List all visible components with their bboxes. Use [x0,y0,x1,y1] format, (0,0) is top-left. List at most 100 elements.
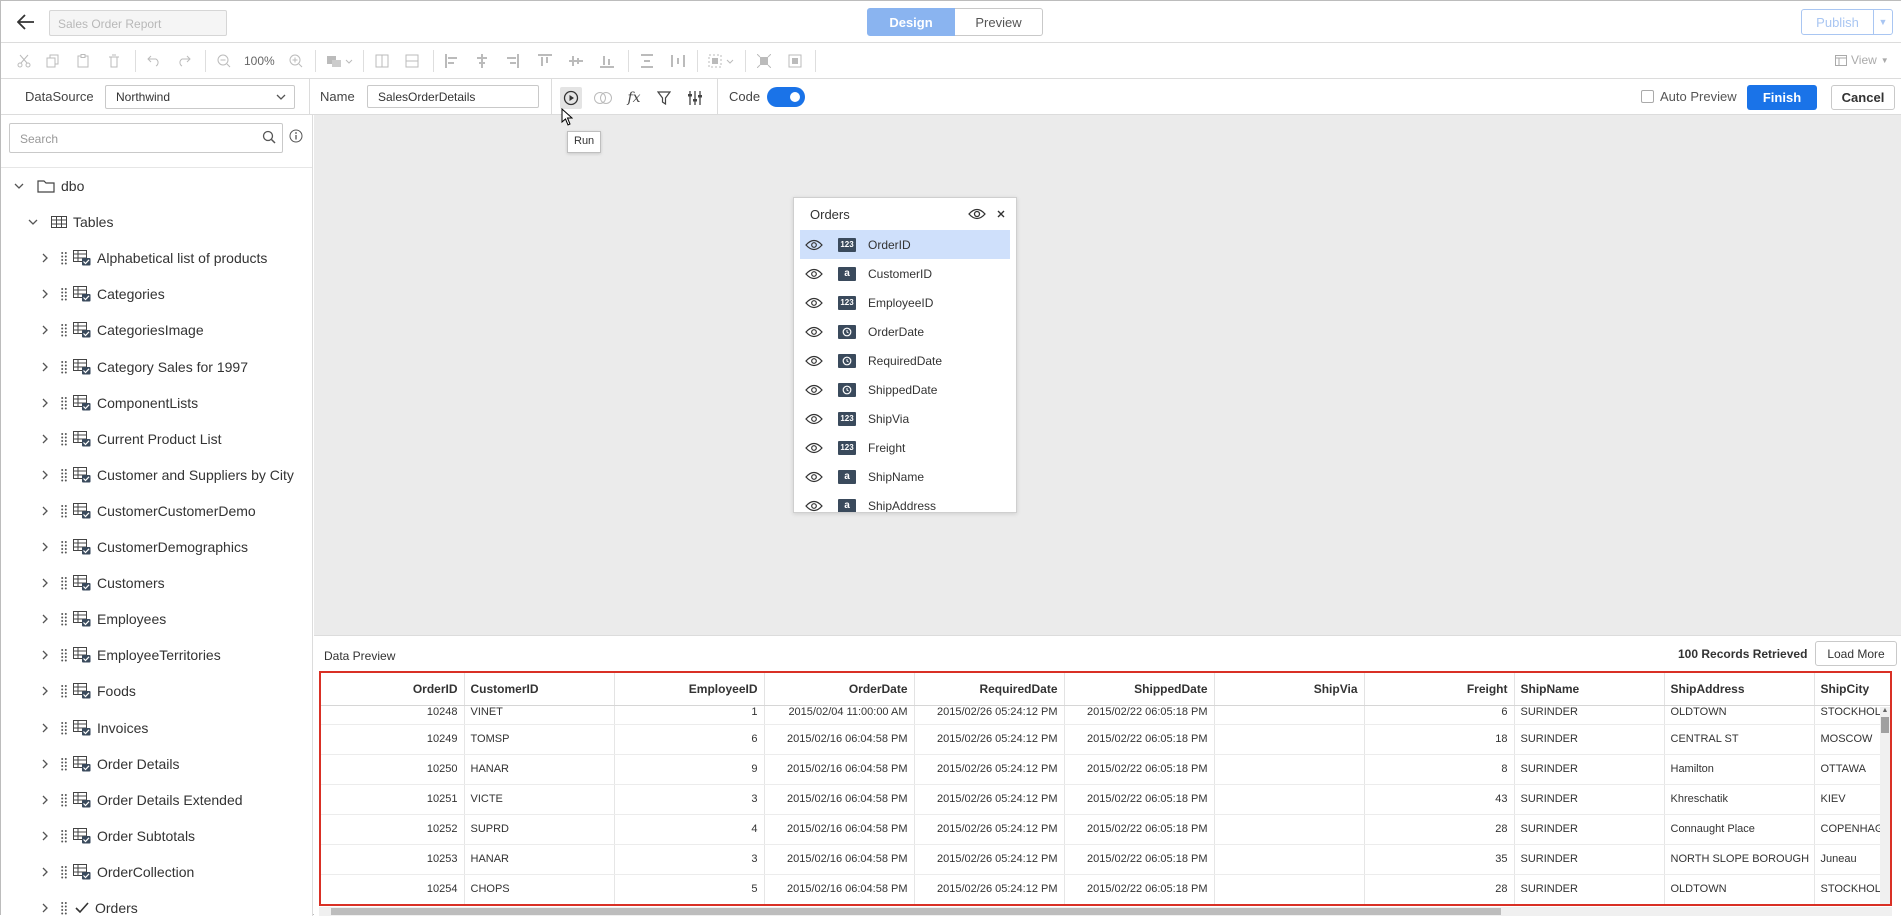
chevron-right-icon[interactable] [37,506,53,516]
column-header[interactable]: OrderDate [764,673,915,706]
eye-icon[interactable] [804,326,824,338]
tree-item-table[interactable]: Invoices [1,710,312,746]
eye-icon[interactable] [804,471,824,483]
eye-icon[interactable] [804,297,824,309]
chevron-right-icon[interactable] [37,867,53,877]
drag-handle-icon[interactable] [61,721,71,735]
chevron-right-icon[interactable] [37,289,53,299]
chevron-right-icon[interactable] [37,470,53,480]
scrollbar-thumb[interactable] [331,908,1501,915]
column-header[interactable]: ShipCity [1814,673,1890,706]
drag-handle-icon[interactable] [61,540,71,554]
send-backward-icon[interactable] [786,52,804,70]
field-item[interactable]: 123 OrderID [800,230,1010,259]
chevron-right-icon[interactable] [37,650,53,660]
distribute-horizontal-icon[interactable] [669,52,687,70]
chevron-right-icon[interactable] [37,434,53,444]
orders-table-card[interactable]: Orders 123 OrderID a CustomerID 123 EmployeeI… [793,197,1017,513]
undo-icon[interactable] [145,52,163,70]
tree-item-table[interactable]: Order Subtotals [1,818,312,854]
field-item[interactable]: a CustomerID [800,259,1010,288]
vertical-scrollbar[interactable]: ▲ [1880,707,1890,904]
distribute-vertical-icon[interactable] [638,52,656,70]
datasource-select[interactable]: Northwind [105,85,295,109]
join-button[interactable] [592,87,614,109]
zoom-in-icon[interactable] [287,52,305,70]
table-row[interactable]: 10252 SUPRD 4 2015/02/16 06:04:58 PM 2015/02… [321,814,1890,845]
table-row[interactable]: 10249 TOMSP 6 2015/02/16 06:04:58 PM 2015/02… [321,724,1890,755]
back-button[interactable] [13,9,39,35]
drag-handle-icon[interactable] [61,360,71,374]
drag-handle-icon[interactable] [61,648,71,662]
table-row[interactable]: 10254 CHOPS 5 2015/02/16 06:04:58 PM 2015/02… [321,874,1890,904]
tree-item-table[interactable]: Employees [1,601,312,637]
field-item[interactable]: 123 ShipVia [800,404,1010,433]
align-right-icon[interactable] [503,52,521,70]
group-icon[interactable] [707,52,737,70]
search-input[interactable]: Search [9,123,283,153]
align-center-icon[interactable] [473,52,491,70]
chevron-right-icon[interactable] [37,398,53,408]
align-left-edge-icon[interactable] [373,52,391,70]
eye-icon[interactable] [804,268,824,280]
tree-item-table[interactable]: Foods [1,673,312,709]
settings-button[interactable] [684,87,706,109]
chevron-right-icon[interactable] [37,723,53,733]
eye-icon[interactable] [804,442,824,454]
drag-handle-icon[interactable] [61,576,71,590]
query-designer-canvas[interactable]: Orders 123 OrderID a CustomerID 123 EmployeeI… [314,115,1901,635]
zoom-out-icon[interactable] [215,52,233,70]
scroll-up-icon[interactable]: ▲ [1880,707,1890,714]
chevron-right-icon[interactable] [37,325,53,335]
publish-button[interactable]: Publish ▼ [1801,9,1893,35]
chevron-down-icon[interactable]: ▼ [1874,10,1892,34]
column-header[interactable]: EmployeeID [614,673,765,706]
report-title-input[interactable]: Sales Order Report [49,10,227,36]
tree-item-table[interactable]: Order Details Extended [1,782,312,818]
drag-handle-icon[interactable] [61,432,71,446]
load-more-button[interactable]: Load More [1815,641,1897,666]
tree-node-tables[interactable]: Tables [1,204,312,240]
column-header[interactable]: ShippedDate [1064,673,1215,706]
tab-design[interactable]: Design [867,8,955,36]
view-button[interactable]: View ▼ [1835,53,1889,67]
copy-icon[interactable] [44,52,62,70]
align-bottom-icon[interactable] [598,52,616,70]
paste-icon[interactable] [74,52,92,70]
drag-handle-icon[interactable] [61,865,71,879]
tree-item-table[interactable]: ComponentLists [1,385,312,421]
code-toggle[interactable] [767,87,805,107]
tree-item-table[interactable]: Current Product List [1,421,312,457]
field-item[interactable]: OrderDate [800,317,1010,346]
drag-handle-icon[interactable] [61,468,71,482]
query-name-input[interactable]: SalesOrderDetails [367,85,539,108]
chevron-right-icon[interactable] [37,795,53,805]
column-header[interactable]: ShipName [1514,673,1665,706]
drag-handle-icon[interactable] [61,684,71,698]
tree-item-table[interactable]: Category Sales for 1997 [1,349,312,385]
column-header[interactable]: CustomerID [464,673,615,706]
column-header[interactable]: RequiredDate [914,673,1065,706]
chevron-right-icon[interactable] [37,542,53,552]
tree-item-table[interactable]: CustomerCustomerDemo [1,493,312,529]
drag-handle-icon[interactable] [61,829,71,843]
column-header[interactable]: OrderID [321,673,465,706]
drag-handle-icon[interactable] [61,323,71,337]
chevron-right-icon[interactable] [37,686,53,696]
field-item[interactable]: a ShipAddress [800,491,1010,512]
tree-item-table[interactable]: Order Details [1,746,312,782]
table-row[interactable]: 10248 VINET 1 2015/02/04 11:00:00 AM 2015/02… [321,705,1890,725]
tree-item-table[interactable]: CategoriesImage [1,312,312,348]
cut-icon[interactable] [15,52,33,70]
tree-node-dbo[interactable]: dbo [1,168,312,204]
tree-item-table[interactable]: OrderCollection [1,854,312,890]
chevron-right-icon[interactable] [37,903,53,913]
field-item[interactable]: ShippedDate [800,375,1010,404]
data-grid[interactable]: OrderID CustomerID EmployeeID OrderDate Requ… [319,671,1892,906]
info-icon[interactable] [289,129,303,146]
drag-handle-icon[interactable] [61,901,71,915]
align-top-icon[interactable] [536,52,554,70]
chevron-right-icon[interactable] [37,759,53,769]
redo-icon[interactable] [175,52,193,70]
drag-handle-icon[interactable] [61,757,71,771]
